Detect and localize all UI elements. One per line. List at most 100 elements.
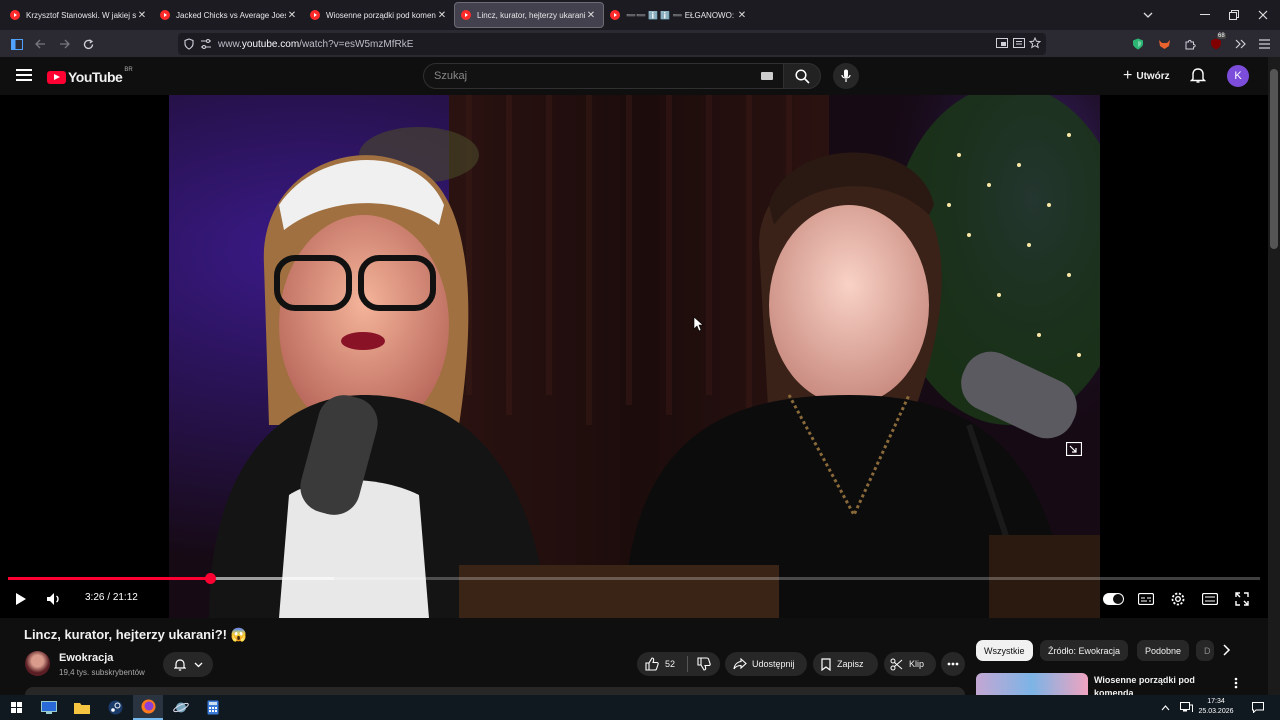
play-button[interactable] — [12, 590, 30, 608]
reader-view-icon[interactable] — [1013, 38, 1025, 52]
overflow-menu-chevrons-icon[interactable] — [1230, 34, 1250, 54]
youtube-favicon-icon — [610, 10, 620, 20]
search-button[interactable] — [783, 63, 821, 89]
back-icon[interactable] — [30, 34, 50, 54]
description-box[interactable] — [25, 687, 965, 695]
notifications-bell-icon[interactable] — [1189, 67, 1208, 85]
mute-button[interactable] — [45, 590, 63, 608]
create-label: Utwórz — [1136, 70, 1170, 82]
shield-icon[interactable] — [184, 38, 194, 53]
like-button[interactable]: 52 — [637, 657, 687, 671]
create-button[interactable]: + Utwórz — [1115, 65, 1178, 87]
browser-navbar: www. youtube.com/watch?v=esW5mzMfRkE 68 — [0, 30, 1280, 57]
search-placeholder: Szukaj — [434, 70, 468, 82]
extensions-puzzle-icon[interactable] — [1180, 34, 1200, 54]
page-scrollbar[interactable] — [1268, 57, 1280, 695]
close-window-icon[interactable] — [1248, 0, 1278, 30]
scrollbar-thumb[interactable] — [1270, 69, 1278, 249]
network-icon[interactable] — [1176, 695, 1196, 720]
address-bar[interactable]: www. youtube.com/watch?v=esW5mzMfRkE — [178, 33, 1046, 55]
ublock-extension-icon[interactable]: 68 — [1206, 33, 1226, 54]
fullscreen-icon — [1235, 592, 1249, 606]
reload-icon[interactable] — [78, 34, 98, 54]
settings-button[interactable] — [1169, 590, 1187, 608]
minimize-icon[interactable] — [1190, 0, 1220, 30]
calculator-icon[interactable] — [198, 695, 228, 720]
hamburger-menu-icon[interactable] — [1254, 34, 1274, 54]
monitor-app-icon[interactable] — [34, 695, 64, 720]
autoplay-toggle[interactable] — [1103, 593, 1124, 605]
filter-chip[interactable]: Źródło: Ewokracja — [1040, 640, 1129, 661]
notification-center-icon[interactable] — [1246, 695, 1270, 720]
browser-tab[interactable]: Lincz, kurator, hejterzy ukarani? ✕ — [454, 2, 604, 28]
channel-avatar[interactable] — [25, 651, 50, 676]
video-title: Lincz, kurator, hejterzy ukarani?! 😱 — [24, 627, 247, 642]
browser-tab[interactable]: Krzysztof Stanowski. W jakiej sp ✕ — [4, 2, 154, 28]
planet-app-icon[interactable] — [166, 695, 196, 720]
steam-icon[interactable] — [100, 695, 130, 720]
tab-close-icon[interactable]: ✕ — [736, 10, 748, 21]
fox-extension-icon[interactable] — [1154, 34, 1174, 54]
recommendation-title[interactable]: Wiosenne porządki pod komenda — [1094, 674, 1214, 695]
search-icon — [794, 68, 810, 84]
forward-icon[interactable] — [54, 34, 74, 54]
share-button[interactable]: Udostępnij — [725, 652, 807, 676]
bookmark-star-icon[interactable] — [1028, 36, 1042, 52]
extension-badge: 68 — [1217, 33, 1226, 39]
voice-search-button[interactable] — [833, 63, 859, 89]
tray-chevron-up-icon[interactable] — [1156, 695, 1174, 720]
browser-tab[interactable]: ➖➖ ℹ️ ℹ️ ➖ EŁGANOWO: D ✕ — [604, 2, 754, 28]
youtube-favicon-icon — [160, 10, 170, 20]
picture-in-picture-icon[interactable] — [996, 38, 1008, 52]
filter-chip[interactable]: Wszystkie — [976, 640, 1033, 661]
dislike-button[interactable] — [688, 657, 720, 671]
windows-start-icon[interactable] — [1, 695, 31, 720]
video-player[interactable]: 3:26 / 21:12 — [0, 95, 1268, 618]
system-clock[interactable]: 17:34 25.03.2026 — [1198, 697, 1234, 717]
channel-name[interactable]: Ewokracja — [59, 652, 113, 664]
restore-icon[interactable] — [1219, 0, 1249, 30]
fullscreen-button[interactable] — [1233, 590, 1251, 608]
recommendation-thumbnail[interactable] — [976, 673, 1088, 695]
tab-title: ➖➖ ℹ️ ℹ️ ➖ EŁGANOWO: D — [626, 10, 736, 20]
search-input[interactable]: Szukaj — [423, 63, 784, 89]
tab-overflow-chevron-icon[interactable] — [1133, 0, 1163, 30]
youtube-logo[interactable]: YouTube BR — [47, 67, 133, 85]
browser-tab[interactable]: Wiosenne porządki pod komen ✕ — [304, 2, 454, 28]
sidebar-toggle-icon[interactable] — [7, 34, 27, 54]
like-count: 52 — [665, 659, 676, 669]
clock-time: 17:34 — [1207, 698, 1225, 705]
user-avatar[interactable]: K — [1227, 65, 1249, 87]
tab-close-icon[interactable]: ✕ — [436, 10, 448, 21]
tab-close-icon[interactable]: ✕ — [286, 10, 298, 21]
browser-tabs: Krzysztof Stanowski. W jakiej sp ✕ Jacked … — [4, 2, 754, 30]
guide-menu-icon[interactable] — [16, 69, 32, 82]
recommendation-more-icon[interactable] — [1234, 676, 1238, 694]
filter-chip[interactable]: D — [1196, 640, 1214, 661]
like-dislike-group: 52 — [637, 652, 720, 676]
chips-next-chevron-icon[interactable] — [1222, 643, 1232, 662]
theater-mode-button[interactable] — [1201, 590, 1219, 608]
chevron-down-icon — [194, 662, 202, 667]
more-actions-button[interactable] — [941, 652, 965, 676]
progress-bar[interactable] — [8, 573, 1260, 584]
bookmark-icon — [821, 657, 831, 671]
subtitles-button[interactable] — [1137, 590, 1155, 608]
browser-tab[interactable]: Jacked Chicks vs Average Joes | ✕ — [154, 2, 304, 28]
subscription-notifications-button[interactable] — [163, 652, 213, 677]
filter-chip[interactable]: Podobne — [1137, 640, 1190, 661]
clip-button[interactable]: Klip — [884, 652, 936, 676]
plus-icon: + — [1123, 67, 1133, 84]
vpn-extension-icon[interactable] — [1128, 34, 1148, 54]
site-permissions-icon[interactable] — [200, 38, 212, 53]
tab-close-icon[interactable]: ✕ — [136, 10, 148, 21]
youtube-favicon-icon — [461, 10, 471, 20]
file-explorer-icon[interactable] — [67, 695, 97, 720]
miniplayer-expand-icon[interactable] — [1065, 441, 1083, 461]
video-frame[interactable] — [169, 95, 1100, 618]
thumbs-up-icon — [645, 657, 659, 671]
tab-close-icon[interactable]: ✕ — [585, 10, 597, 21]
save-button[interactable]: Zapisz — [813, 652, 878, 676]
keyboard-icon[interactable] — [761, 72, 773, 80]
firefox-icon[interactable] — [133, 695, 163, 720]
